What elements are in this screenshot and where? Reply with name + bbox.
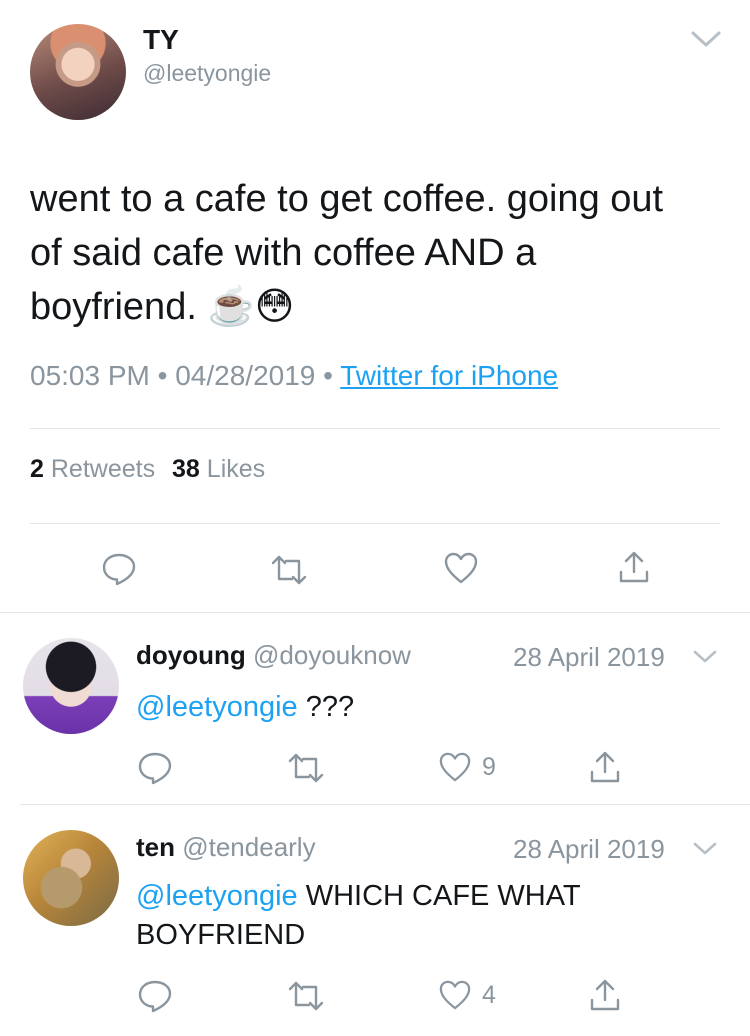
avatar[interactable]	[30, 24, 126, 120]
like-count: 4	[482, 981, 496, 1009]
divider	[30, 428, 720, 429]
chevron-down-icon[interactable]	[692, 840, 718, 858]
retweet-icon[interactable]	[287, 752, 325, 784]
retweets-label: Retweets	[50, 455, 156, 483]
retweet-icon[interactable]	[270, 554, 308, 586]
divider	[0, 612, 750, 613]
chevron-down-icon[interactable]	[690, 28, 722, 50]
reply-icon[interactable]	[101, 551, 137, 587]
reply-text: @leetyongie WHICH CAFE WHAT BOYFRIEND	[136, 877, 656, 955]
divider	[20, 804, 750, 805]
reply-text: @leetyongie ???	[136, 688, 716, 726]
meta-separator: •	[323, 360, 333, 391]
display-name[interactable]: TY	[143, 24, 179, 56]
tweet-time: 05:03 PM	[30, 360, 150, 391]
likes-stat[interactable]: 38 Likes	[172, 455, 265, 483]
reply-body: ???	[297, 691, 355, 723]
display-name[interactable]: ten	[136, 832, 175, 862]
handle[interactable]: @leetyongie	[143, 60, 271, 87]
chevron-down-icon[interactable]	[692, 648, 718, 666]
tweet-text: went to a cafe to get coffee. going out …	[30, 178, 664, 328]
reply-header: ten @tendearly	[136, 832, 316, 863]
reply-icon[interactable]	[137, 750, 173, 786]
divider	[30, 523, 720, 524]
share-icon[interactable]	[589, 978, 621, 1012]
like-count: 9	[482, 753, 496, 781]
tweet-stats: 2 Retweets 38 Likes	[30, 455, 265, 484]
avatar[interactable]	[23, 638, 119, 734]
heart-icon[interactable]	[438, 751, 472, 783]
likes-count: 38	[172, 455, 200, 483]
retweets-count: 2	[30, 455, 44, 483]
heart-icon[interactable]	[438, 979, 472, 1011]
mention-link[interactable]: @leetyongie	[136, 880, 298, 912]
reply-icon[interactable]	[137, 978, 173, 1014]
heart-icon[interactable]	[443, 551, 479, 585]
handle[interactable]: @tendearly	[182, 832, 315, 862]
retweets-stat[interactable]: 2 Retweets	[30, 455, 162, 483]
display-name[interactable]: doyoung	[136, 640, 246, 670]
meta-separator: •	[157, 360, 168, 391]
reply-date: 28 April 2019	[513, 834, 665, 864]
likes-label: Likes	[206, 455, 266, 483]
handle[interactable]: @doyouknow	[253, 640, 411, 670]
tweet-source-link[interactable]: Twitter for iPhone	[340, 360, 558, 391]
tweet-meta: 05:03 PM • 04/28/2019 • Twitter for iPho…	[30, 360, 558, 392]
reply-date: 28 April 2019	[513, 642, 665, 672]
share-icon[interactable]	[589, 750, 621, 784]
tweet-date: 04/28/2019	[175, 360, 316, 391]
reply-header: doyoung @doyouknow	[136, 640, 411, 671]
mention-link[interactable]: @leetyongie	[136, 691, 298, 723]
share-icon[interactable]	[618, 550, 650, 584]
retweet-icon[interactable]	[287, 980, 325, 1012]
avatar[interactable]	[23, 830, 119, 926]
